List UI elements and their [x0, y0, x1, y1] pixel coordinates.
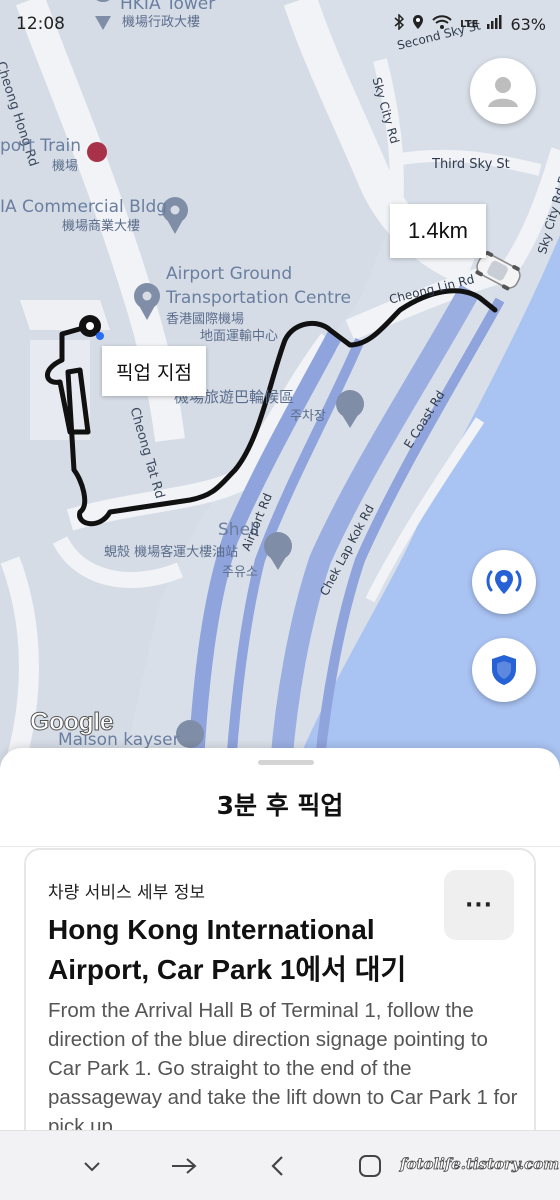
map-label-third-sky-st: Third Sky St [432, 157, 510, 172]
location-icon [412, 14, 424, 34]
status-icons: LTE 63% [394, 13, 546, 34]
status-time: 12:08 [16, 14, 65, 34]
safety-toolkit-button[interactable] [472, 638, 536, 702]
google-logo: Google [29, 708, 114, 737]
pickup-instructions-card: 차량 서비스 세부 정보 Hong Kong International Air… [24, 848, 536, 1148]
pickup-point-label: 픽업 지점 [102, 346, 206, 396]
location-share-icon [486, 570, 522, 594]
status-bar: 12:08 LTE 63% [0, 0, 560, 48]
user-avatar-icon [488, 77, 518, 107]
sheet-drag-handle[interactable] [258, 760, 314, 765]
more-options-button[interactable]: ··· [444, 870, 514, 940]
nav-forward-button[interactable] [166, 1149, 202, 1183]
map-label-airport-train-sub: 機場 [52, 159, 79, 174]
profile-button[interactable] [470, 58, 536, 124]
map-label-parking: 주차장 [290, 409, 326, 424]
home-icon [359, 1155, 381, 1177]
map-label-ground-transport-1: Airport Ground [166, 264, 293, 284]
nav-back-button[interactable] [260, 1149, 296, 1183]
card-kicker: 차량 서비스 세부 정보 [48, 883, 205, 903]
wifi-icon [432, 14, 452, 34]
map-label-shell-sub-2: 주유소 [222, 565, 258, 580]
map-label-commercial-bldg-sub: 機場商業大樓 [62, 219, 141, 234]
location-share-button[interactable] [472, 550, 536, 614]
battery-level: 63% [510, 14, 546, 34]
signal-icon [486, 14, 502, 34]
map-label-ground-transport-sub-1: 香港國際機場 [166, 312, 245, 327]
map-label-ground-transport-2: Transportation Centre [166, 288, 351, 308]
volte-icon: LTE [460, 18, 479, 30]
chevron-down-icon [84, 1162, 100, 1172]
watermark: fotolife.tistory.com [400, 1155, 560, 1174]
distance-badge: 1.4km [390, 204, 486, 258]
divider [0, 846, 560, 847]
pickup-eta-title: 3분 후 픽업 [216, 791, 344, 820]
map-label-commercial-bldg: IA Commercial Bldg [0, 197, 168, 217]
bluetooth-icon [394, 13, 405, 34]
shield-icon [492, 655, 516, 685]
system-nav-bar: fotolife.tistory.com [0, 1130, 560, 1200]
nav-hide-keyboard-button[interactable] [74, 1149, 110, 1183]
map-label-ground-transport-sub-2: 地面運輸中心 [200, 329, 279, 344]
map-label-shell-sub-1: 蜆殼 機場客運大樓油站 [104, 545, 239, 560]
map-label-airport-train: port Train [0, 136, 82, 156]
pickup-instructions-text: From the Arrival Hall B of Terminal 1, f… [48, 999, 518, 1138]
arrow-right-icon [172, 1158, 197, 1174]
back-icon [271, 1156, 283, 1176]
nav-home-button[interactable] [352, 1149, 388, 1183]
pickup-location-title: Hong Kong International Airport, Car Par… [48, 914, 407, 985]
map-view[interactable]: HKIA Tower 機場行政大樓 Cheong Hong Rd port Tr… [0, 0, 560, 780]
